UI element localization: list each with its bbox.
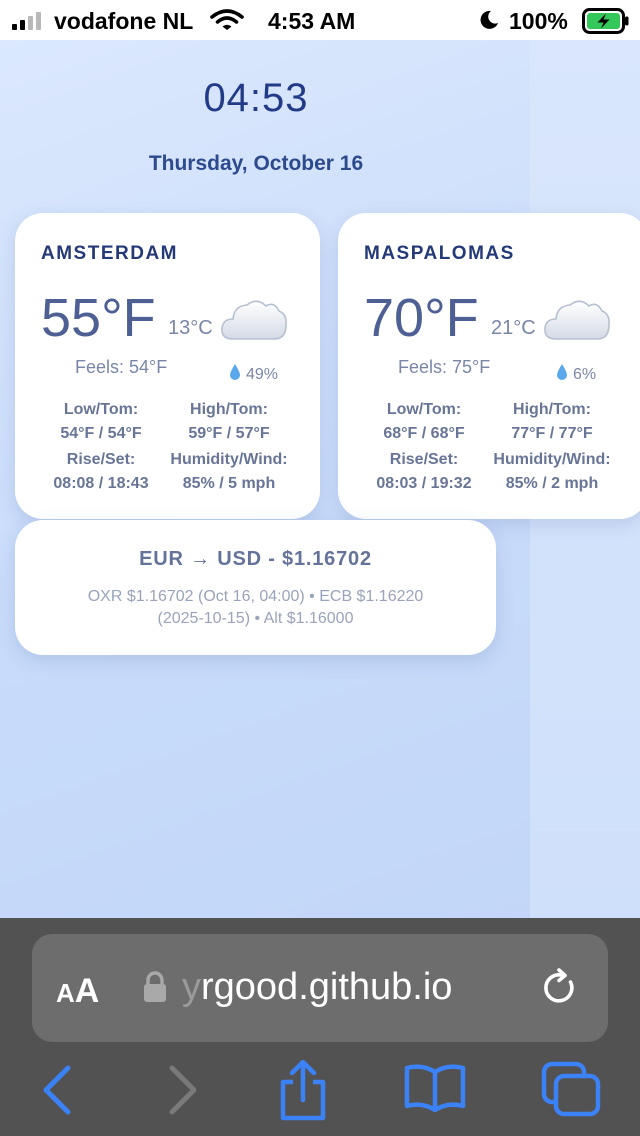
raindrop-icon <box>556 363 568 386</box>
stat-high: High/Tom: 77°F / 77°F <box>482 401 622 443</box>
battery-percent: 100% <box>509 8 568 34</box>
rain-value: 6% <box>573 365 597 383</box>
temp-fahrenheit: 70°F <box>364 288 479 348</box>
wifi-icon <box>210 8 244 37</box>
city-name: AMSTERDAM <box>41 243 178 264</box>
stat-low: Low/Tom: 54°F / 54°F <box>35 401 167 443</box>
temp-celsius: 13°C <box>168 317 213 339</box>
stat-low: Low/Tom: 68°F / 68°F <box>358 401 490 443</box>
reload-button[interactable] <box>540 968 580 1013</box>
reader-settings-button[interactable]: AA <box>56 972 99 1011</box>
share-button[interactable] <box>277 1059 329 1127</box>
back-button[interactable] <box>40 1060 74 1125</box>
stat-rise-value: 08:03 / 19:32 <box>376 475 472 492</box>
stat-rise-label: Rise/Set: <box>389 451 459 468</box>
stat-humidity-label: Humidity/Wind: <box>170 451 288 468</box>
stat-rise-set: Rise/Set: 08:03 / 19:32 <box>358 451 490 493</box>
exchange-rate-card: EUR → USD - $1.16702 OXR $1.16702 (Oct 1… <box>15 520 496 655</box>
stat-low-label: Low/Tom: <box>63 401 139 418</box>
status-bar: vodafone NL 4:53 AM 100% <box>0 0 640 40</box>
battery-charging-icon <box>582 8 630 39</box>
city-name: MASPALOMAS <box>364 243 515 264</box>
rain-value: 49% <box>246 365 279 383</box>
bookmarks-button[interactable] <box>404 1060 466 1119</box>
stat-low-value: 68°F / 68°F <box>383 425 465 442</box>
rain-chance: 49% <box>229 363 278 386</box>
date: Thursday, October 16 <box>148 152 364 175</box>
browser-toolbar: AA yrgood.github.io <box>0 918 640 1136</box>
stat-humidity-label: Humidity/Wind: <box>493 451 611 468</box>
url-faded-prefix: y <box>182 966 201 1008</box>
lock-icon <box>142 970 168 1009</box>
stat-high-value: 77°F / 77°F <box>511 425 593 442</box>
stat-high: High/Tom: 59°F / 57°F <box>159 401 299 443</box>
exchange-rate-detail: OXR $1.16702 (Oct 16, 04:00) • ECB $1.16… <box>45 586 466 630</box>
signal-icon <box>12 12 41 30</box>
stat-high-value: 59°F / 57°F <box>188 425 270 442</box>
stat-humidity-wind: Humidity/Wind: 85% / 5 mph <box>159 451 299 493</box>
web-page: 04:53 Thursday, October 16 AMSTERDAM 55°… <box>0 40 640 918</box>
status-time: 4:53 AM <box>268 8 356 34</box>
exchange-rate-detail-line2: (2025-10-15) • Alt $1.16000 <box>157 610 354 627</box>
cloud-icon <box>542 295 612 346</box>
exchange-rate-title: EUR → USD - $1.16702 <box>139 548 372 570</box>
carrier-name: vodafone NL <box>54 8 194 34</box>
temp-fahrenheit: 55°F <box>41 288 156 348</box>
moon-icon <box>478 9 500 36</box>
tabs-button[interactable] <box>540 1060 602 1123</box>
stat-humidity-value: 85% / 2 mph <box>505 475 599 492</box>
rain-chance: 6% <box>556 363 596 386</box>
forward-button[interactable] <box>166 1060 200 1125</box>
stat-humidity-value: 85% / 5 mph <box>182 475 276 492</box>
stat-high-label: High/Tom: <box>513 401 591 418</box>
url-domain: rgood.github.io <box>201 966 453 1008</box>
stat-rise-label: Rise/Set: <box>66 451 136 468</box>
stat-rise-set: Rise/Set: 08:08 / 18:43 <box>35 451 167 493</box>
stat-rise-value: 08:08 / 18:43 <box>53 475 149 492</box>
stat-humidity-wind: Humidity/Wind: 85% / 2 mph <box>482 451 622 493</box>
temp-celsius: 21°C <box>491 317 536 339</box>
exchange-rate-detail-line1: OXR $1.16702 (Oct 16, 04:00) • ECB $1.16… <box>87 588 424 605</box>
cloud-icon <box>219 295 289 346</box>
clock: 04:53 <box>203 76 309 120</box>
weather-card-amsterdam: AMSTERDAM 55°F 13°C Feels: 54°F 49% Low/… <box>15 213 320 519</box>
stat-low-label: Low/Tom: <box>386 401 462 418</box>
feels-like: Feels: 75°F <box>398 357 491 377</box>
address-bar[interactable]: AA yrgood.github.io <box>32 934 608 1042</box>
feels-like: Feels: 54°F <box>75 357 168 377</box>
raindrop-icon <box>229 363 241 386</box>
stat-high-label: High/Tom: <box>190 401 268 418</box>
weather-card-maspalomas: MASPALOMAS 70°F 21°C Feels: 75°F 6% Low/… <box>338 213 640 519</box>
stat-low-value: 54°F / 54°F <box>60 425 142 442</box>
url-text[interactable]: yrgood.github.io <box>182 966 452 1009</box>
